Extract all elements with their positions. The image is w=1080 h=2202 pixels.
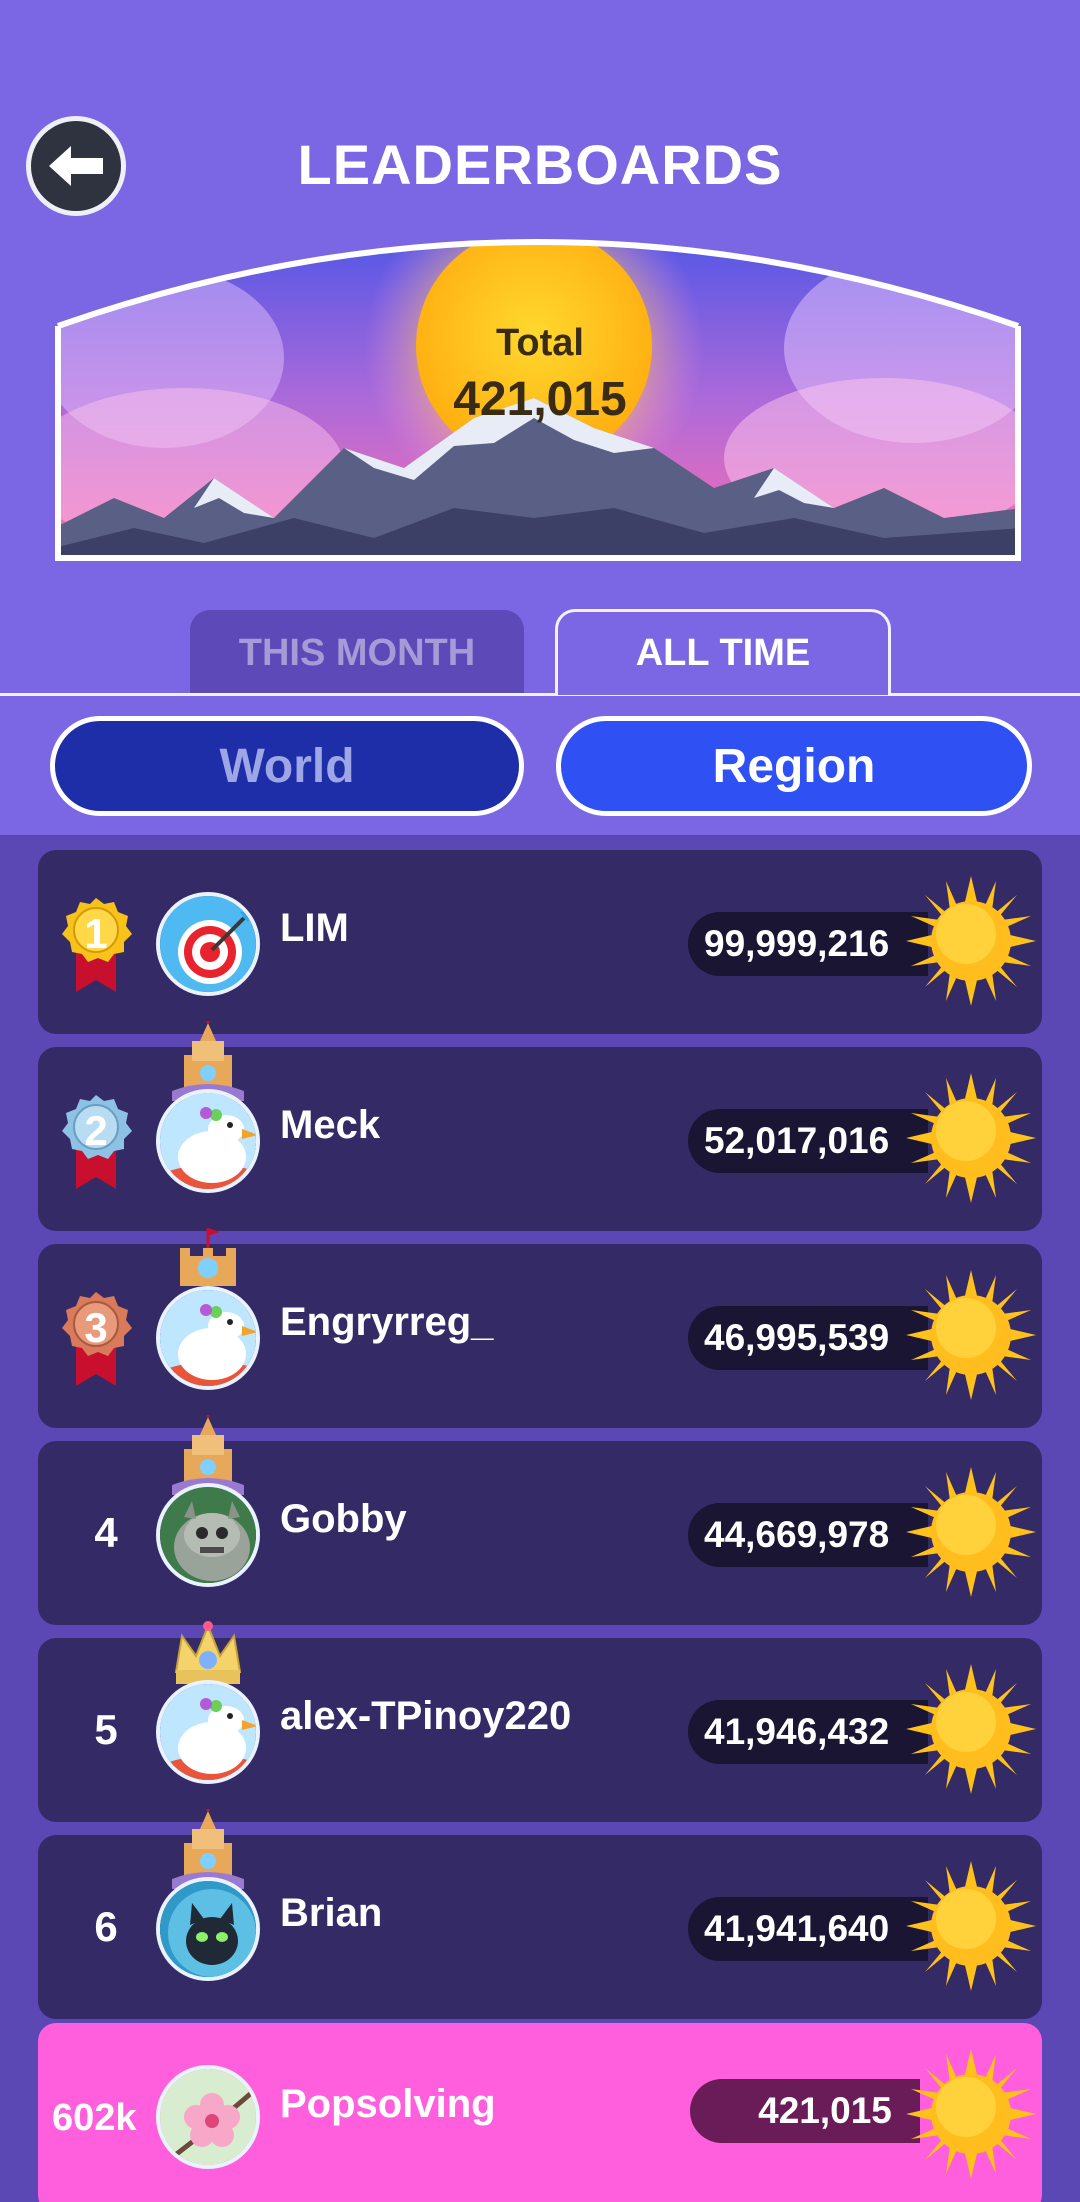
- my-score-value: 421,015: [690, 2079, 920, 2143]
- my-player-name: Popsolving: [280, 2081, 496, 2126]
- header-area: LEADERBOARDS Total 421,015 THIS MONTH AL…: [0, 0, 1080, 835]
- total-label: Total: [496, 322, 584, 364]
- player-name: alex-TPinoy220: [280, 1693, 572, 1738]
- score-value: 46,995,539: [688, 1306, 928, 1370]
- sun-icon: [906, 1467, 1036, 1597]
- bird-avatar[interactable]: [156, 1089, 260, 1193]
- sun-icon: [906, 1270, 1036, 1400]
- leaderboard-row[interactable]: 4 Gobby 44,669,978: [38, 1415, 1042, 1625]
- player-name: Gobby: [280, 1496, 407, 1541]
- bird-avatar[interactable]: [156, 1286, 260, 1390]
- sun-icon: [906, 1073, 1036, 1203]
- rank-number: 5: [94, 1706, 118, 1753]
- rank-number: 4: [94, 1509, 118, 1556]
- tab-divider: [0, 693, 1080, 696]
- my-rank-row[interactable]: 602k Popsolving 421,015: [38, 2023, 1042, 2202]
- score-value: 41,941,640: [688, 1897, 928, 1961]
- leaderboard-row[interactable]: 5 alex-TPinoy220 41,946,432: [38, 1621, 1042, 1822]
- sun-icon: [906, 1861, 1036, 1991]
- tab-all-time[interactable]: ALL TIME: [555, 609, 891, 695]
- rank-number: 1: [84, 910, 108, 957]
- region-button[interactable]: Region: [556, 716, 1032, 816]
- page-title: LEADERBOARDS: [297, 133, 783, 196]
- cat-avatar[interactable]: [156, 1877, 260, 1981]
- rank-number: 6: [94, 1903, 118, 1950]
- bird-avatar[interactable]: [156, 1680, 260, 1784]
- player-name: Engryrreg_: [280, 1299, 494, 1344]
- blossom-avatar[interactable]: [156, 2065, 260, 2169]
- rank-number: 2: [84, 1107, 108, 1154]
- world-button[interactable]: World: [50, 716, 524, 816]
- player-name: Brian: [280, 1890, 383, 1935]
- rank-number: 3: [84, 1304, 108, 1351]
- sun-icon: [906, 1664, 1036, 1794]
- my-rank-number: 602k: [52, 2096, 137, 2139]
- total-value: 421,015: [453, 373, 627, 426]
- leaderboard-row[interactable]: 3 Engryrreg_ 46,995,539: [38, 1228, 1042, 1428]
- leaderboard-row[interactable]: 2 Meck 52,017,016: [38, 1021, 1042, 1231]
- score-value: 52,017,016: [688, 1109, 928, 1173]
- target-avatar[interactable]: [156, 892, 260, 996]
- sun-icon: [906, 876, 1036, 1006]
- score-value: 99,999,216: [688, 912, 928, 976]
- player-name: LIM: [280, 905, 349, 950]
- gargoyle-avatar[interactable]: [156, 1483, 260, 1587]
- score-value: 41,946,432: [688, 1700, 928, 1764]
- leaderboard-row[interactable]: 1 LIM 99,999,216: [38, 850, 1042, 1034]
- score-value: 44,669,978: [688, 1503, 928, 1567]
- leaderboard-list[interactable]: 1 LIM 99,999,216 2 Meck 52,017,016 3 Eng…: [0, 835, 1080, 2202]
- sun-icon: [906, 2049, 1036, 2179]
- tab-this-month[interactable]: THIS MONTH: [190, 610, 524, 696]
- player-name: Meck: [280, 1102, 381, 1147]
- leaderboard-row[interactable]: 6 Brian 41,941,640: [38, 1809, 1042, 2019]
